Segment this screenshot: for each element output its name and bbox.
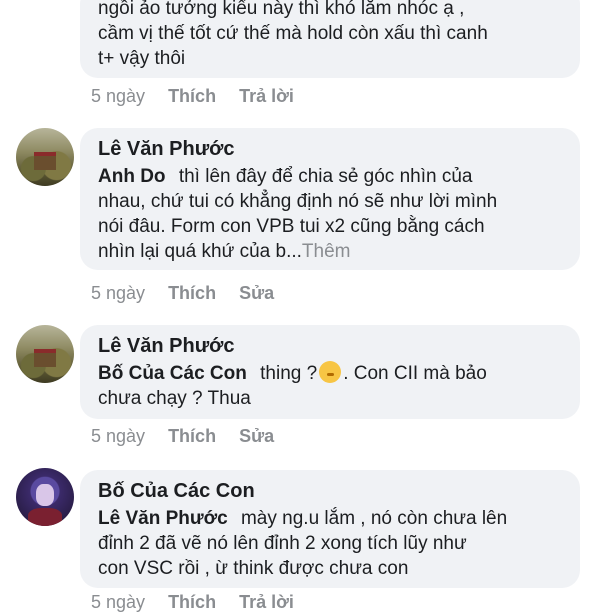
avatar[interactable] xyxy=(16,128,74,186)
comment-line: con VSC rồi , ừ think được chưa con xyxy=(98,558,409,579)
comment-line: thing ? xyxy=(260,363,318,384)
comment-author[interactable]: Lê Văn Phước xyxy=(98,134,564,164)
avatar[interactable] xyxy=(16,468,74,526)
comment-text: Anh Do thì lên đây để chia sẻ góc nhìn c… xyxy=(98,164,564,264)
comment-text: Bố Của Các Con thing ? . Con CII mà bảo c… xyxy=(98,361,564,411)
comment-time: 5 ngày xyxy=(91,592,146,612)
avatar[interactable] xyxy=(16,325,74,383)
comment-line: mày ng.u lắm , nó còn chưa lên xyxy=(240,508,508,529)
like-button[interactable]: Thích xyxy=(168,283,216,303)
comment-line: t+ vậy thôi xyxy=(98,48,186,69)
comment-bubble: Bố Của Các Con Lê Văn Phước mày ng.u lắm… xyxy=(80,470,580,588)
like-button[interactable]: Thích xyxy=(168,86,216,106)
mention-link[interactable]: Lê Văn Phước xyxy=(98,508,228,529)
comment-line: nói đâu. Form con VPB tui x2 cũng bằng c… xyxy=(98,216,485,237)
comment-line: chưa chạy ? Thua xyxy=(98,388,251,409)
see-more-link[interactable]: Thêm xyxy=(302,241,351,262)
like-button[interactable]: Thích xyxy=(168,426,216,446)
comment-line: thì lên đây để chia sẻ góc nhìn của xyxy=(178,166,473,187)
comment-actions: 5 ngày Thích Trả lời xyxy=(91,592,312,613)
comment-text: Lê Văn Phước mày ng.u lắm , nó còn chưa … xyxy=(98,506,564,581)
edit-button[interactable]: Sửa xyxy=(239,283,274,303)
shushing-face-emoji-icon xyxy=(319,361,342,383)
comment-bubble: Lê Văn Phước Anh Do thì lên đây để chia … xyxy=(80,128,580,270)
comment-bubble: Lê Văn Phước Bố Của Các Con thing ? . Con… xyxy=(80,325,580,419)
mention-link[interactable]: Anh Do xyxy=(98,166,166,187)
comment-time: 5 ngày xyxy=(91,426,146,446)
comment-text: ngồi ảo tưởng kiểu này thì khó lắm nhóc … xyxy=(98,0,564,71)
comment-line: đỉnh 2 đã vẽ nó lên đỉnh 2 xong tích lũy… xyxy=(98,533,467,554)
comment-author[interactable]: Lê Văn Phước xyxy=(98,331,564,361)
like-button[interactable]: Thích xyxy=(168,592,216,612)
mention-link[interactable]: Bố Của Các Con xyxy=(98,363,247,384)
comment-time: 5 ngày xyxy=(91,283,146,303)
comment-line: cầm vị thế tốt cứ thế mà hold còn xấu th… xyxy=(98,23,488,44)
comment-actions: 5 ngày Thích Trả lời xyxy=(91,86,312,107)
comment-actions: 5 ngày Thích Sửa xyxy=(91,426,292,447)
reply-button[interactable]: Trả lời xyxy=(239,86,294,106)
comment-time: 5 ngày xyxy=(91,86,146,106)
comment-line: . Con CII mà bảo xyxy=(343,363,487,384)
comment-line: nhau, chứ tui có khẳng định nó sẽ như lờ… xyxy=(98,191,498,212)
comment-line: nhìn lại quá khứ của b... xyxy=(98,241,302,262)
comment-bubble: ngồi ảo tưởng kiểu này thì khó lắm nhóc … xyxy=(80,0,580,78)
edit-button[interactable]: Sửa xyxy=(239,426,274,446)
reply-button[interactable]: Trả lời xyxy=(239,592,294,612)
comment-line: ngồi ảo tưởng kiểu này thì khó lắm nhóc … xyxy=(98,0,465,19)
comment-actions: 5 ngày Thích Sửa xyxy=(91,283,292,304)
comment-author[interactable]: Bố Của Các Con xyxy=(98,476,564,506)
